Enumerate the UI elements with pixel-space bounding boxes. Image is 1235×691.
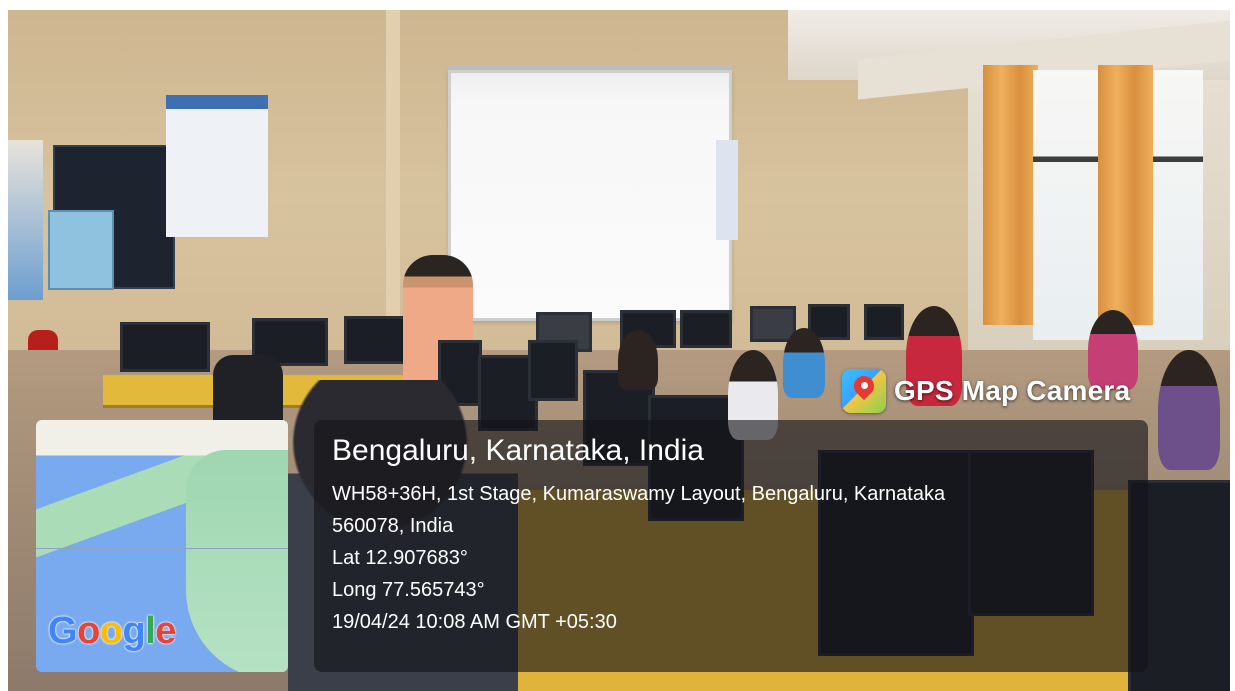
location-title: Bengaluru, Karnataka, India (332, 434, 704, 467)
computer-monitor (528, 340, 578, 401)
longitude: Long 77.565743° (332, 579, 485, 601)
projector-screen (448, 70, 732, 321)
computer-monitor (864, 304, 904, 340)
computer-monitor (344, 316, 406, 364)
address-line-1: WH58+36H, 1st Stage, Kumaraswamy Layout,… (332, 483, 946, 505)
location-info-panel: Bengaluru, Karnataka, India WH58+36H, 1s… (314, 420, 1148, 672)
address-line-2: 560078, India (332, 515, 454, 537)
map-thumbnail: Google (36, 420, 288, 672)
map-road (36, 548, 288, 549)
map-pin-icon (842, 369, 886, 413)
student (783, 328, 825, 398)
wall-poster (48, 210, 114, 290)
app-name: GPS Map Camera (894, 375, 1131, 406)
wall-poster (716, 140, 738, 240)
curtain (983, 65, 1038, 325)
computer-monitor (680, 310, 732, 348)
wall-poster (166, 95, 268, 237)
student (618, 330, 658, 390)
app-watermark: GPS Map Camera (842, 366, 1130, 416)
curtain (1098, 65, 1153, 325)
timestamp: 19/04/24 10:08 AM GMT +05:30 (332, 611, 617, 633)
student (1158, 350, 1220, 470)
computer-monitor (120, 322, 210, 372)
wall-pillar (386, 10, 400, 330)
map-land (186, 450, 288, 672)
latitude: Lat 12.907683° (332, 547, 468, 569)
wall-poster (8, 140, 43, 300)
google-logo: Google (48, 610, 176, 652)
